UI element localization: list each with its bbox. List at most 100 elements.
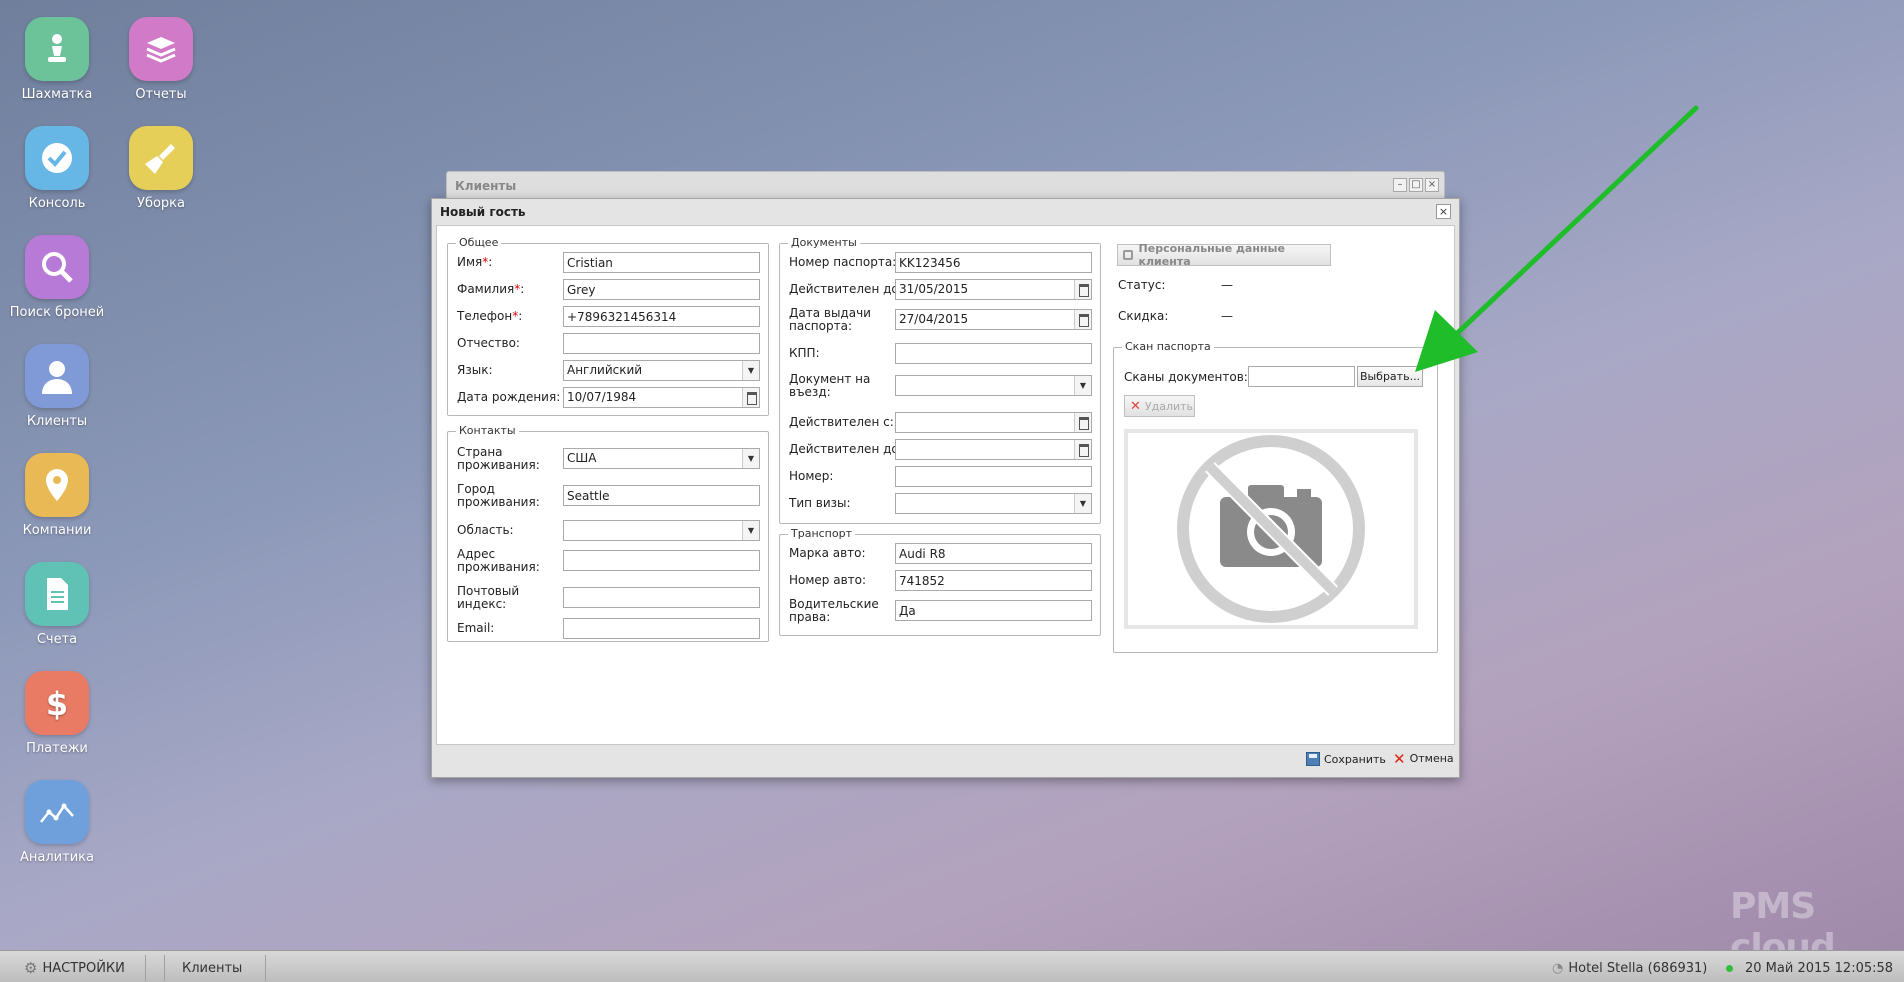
- delete-scan-label: Удалить: [1144, 399, 1194, 413]
- country-value: США: [567, 451, 597, 465]
- birthdate-value: 10/07/1984: [567, 390, 637, 404]
- personal-data-button[interactable]: Персональные данные клиента: [1117, 242, 1331, 268]
- delete-x-icon: ✕: [1130, 398, 1141, 414]
- dialog-title: Новый гость: [440, 205, 526, 219]
- valid-until-field[interactable]: 31/05/2015: [895, 279, 1092, 300]
- last-name-label: Фамилия: [457, 282, 515, 296]
- pawn-icon: [25, 17, 89, 81]
- country-select[interactable]: США ▼: [563, 448, 760, 469]
- entry-document-select[interactable]: ▼: [895, 375, 1092, 396]
- transport-legend: Транспорт: [788, 527, 855, 540]
- desktop-icon-cleaning[interactable]: Уборка: [106, 126, 216, 211]
- floppy-disk-icon: [1306, 752, 1320, 766]
- desktop-icon-label: Отчеты: [135, 87, 187, 102]
- calendar-icon[interactable]: [1074, 310, 1091, 329]
- check-icon: [25, 126, 89, 190]
- dialog-body: Общее Имя*: Фамилия*: Телефон*: Отчество…: [436, 225, 1455, 745]
- chevron-down-icon[interactable]: ▼: [1074, 494, 1091, 513]
- passport-number-field[interactable]: [895, 252, 1092, 273]
- language-select[interactable]: Английский ▼: [563, 360, 760, 381]
- general-fieldset: Общее Имя*: Фамилия*: Телефон*: Отчество…: [447, 236, 769, 416]
- issue-date-field[interactable]: 27/04/2015: [895, 309, 1092, 330]
- desktop-icon-clients[interactable]: Клиенты: [2, 344, 112, 429]
- last-name-field[interactable]: [563, 279, 760, 300]
- address-label: Адрес проживания:: [457, 547, 540, 574]
- desktop-icon-console[interactable]: Консоль: [2, 126, 112, 211]
- location-pin-icon: [25, 453, 89, 517]
- visa-type-select[interactable]: ▼: [895, 493, 1092, 514]
- visa-number-field[interactable]: [895, 466, 1092, 487]
- clients-window-titlebar[interactable]: Клиенты – □ ×: [446, 171, 1445, 201]
- patronymic-field[interactable]: [563, 333, 760, 354]
- chevron-down-icon[interactable]: ▼: [1074, 376, 1091, 395]
- desktop-icon-label: Счета: [36, 632, 78, 647]
- annotation-arrow: [1415, 105, 1699, 372]
- car-brand-field[interactable]: [895, 543, 1092, 564]
- passport-number-label: Номер паспорта:: [789, 255, 897, 269]
- valid-from-field[interactable]: [895, 412, 1092, 433]
- first-name-field[interactable]: [563, 252, 760, 273]
- postal-label: Почтовый индекс:: [457, 584, 520, 611]
- desktop-icon-chessboard[interactable]: Шахматка: [2, 17, 112, 102]
- car-brand-label: Марка авто:: [789, 546, 866, 560]
- license-label: Водительские права:: [789, 597, 879, 624]
- delete-scan-button[interactable]: ✕ Удалить: [1124, 395, 1195, 417]
- person-icon: [25, 344, 89, 408]
- pms-cloud-watermark: PMS cloud: [1730, 886, 1900, 968]
- city-label: Город проживания:: [457, 482, 540, 509]
- car-number-label: Номер авто:: [789, 573, 867, 587]
- books-icon: [129, 17, 193, 81]
- region-select[interactable]: ▼: [563, 520, 760, 541]
- calendar-icon[interactable]: [1074, 280, 1091, 299]
- chevron-down-icon[interactable]: ▼: [742, 449, 759, 468]
- settings-button[interactable]: ⚙ НАСТРОЙКИ: [14, 955, 135, 981]
- email-field[interactable]: [563, 618, 760, 639]
- cancel-button[interactable]: ✕ Отмена: [1393, 751, 1454, 766]
- desktop-icon-label: Компании: [22, 523, 92, 538]
- scan-file-field[interactable]: [1248, 366, 1355, 387]
- save-button[interactable]: Сохранить: [1306, 752, 1386, 766]
- phone-field[interactable]: [563, 306, 760, 327]
- desktop-icon-reports[interactable]: Отчеты: [106, 17, 216, 102]
- document-icon: [25, 562, 89, 626]
- broom-icon: [129, 126, 193, 190]
- desktop-icon-invoices[interactable]: Счета: [2, 562, 112, 647]
- issue-date-value: 27/04/2015: [899, 312, 969, 326]
- desktop-icon-companies[interactable]: Компании: [2, 453, 112, 538]
- address-field[interactable]: [563, 550, 760, 571]
- license-field[interactable]: [895, 600, 1092, 621]
- documents-legend: Документы: [788, 236, 860, 249]
- desktop-icon-booking-search[interactable]: Поиск броней: [2, 235, 112, 320]
- status-label: Статус:: [1118, 278, 1166, 292]
- kpp-field[interactable]: [895, 343, 1092, 364]
- birthdate-field[interactable]: 10/07/1984: [563, 387, 760, 408]
- desktop-icon-label: Консоль: [28, 196, 86, 211]
- calendar-icon[interactable]: [742, 388, 759, 407]
- hotel-selector[interactable]: ◔ Hotel Stella (686931): [1542, 955, 1717, 981]
- discount-value: —: [1221, 309, 1233, 323]
- visa-valid-until-field[interactable]: [895, 439, 1092, 460]
- no-photo-icon: [1177, 435, 1365, 623]
- valid-until-label: Действителен до:: [789, 282, 903, 296]
- postal-field[interactable]: [563, 587, 760, 608]
- magnifier-icon: [25, 235, 89, 299]
- first-name-label: Имя: [457, 255, 483, 269]
- chevron-down-icon[interactable]: ▼: [742, 361, 759, 380]
- passport-scan-legend: Скан паспорта: [1122, 340, 1214, 353]
- region-label: Область:: [457, 523, 514, 537]
- visa-number-label: Номер:: [789, 469, 834, 483]
- city-field[interactable]: [563, 485, 760, 506]
- language-value: Английский: [567, 363, 643, 377]
- car-number-field[interactable]: [895, 570, 1092, 591]
- desktop-icon-analytics[interactable]: Аналитика: [2, 780, 112, 865]
- chevron-down-icon[interactable]: ▼: [742, 521, 759, 540]
- contacts-fieldset: Контакты Страна проживания: США ▼ Город …: [447, 424, 769, 642]
- calendar-icon[interactable]: [1074, 413, 1091, 432]
- contacts-legend: Контакты: [456, 424, 519, 437]
- general-legend: Общее: [456, 236, 502, 249]
- desktop-icon-payments[interactable]: $ Платежи: [2, 671, 112, 756]
- desktop-icon-label: Поиск броней: [9, 305, 105, 320]
- chart-icon: [25, 780, 89, 844]
- taskbar-task-clients[interactable]: Клиенты: [172, 955, 252, 981]
- calendar-icon[interactable]: [1074, 440, 1091, 459]
